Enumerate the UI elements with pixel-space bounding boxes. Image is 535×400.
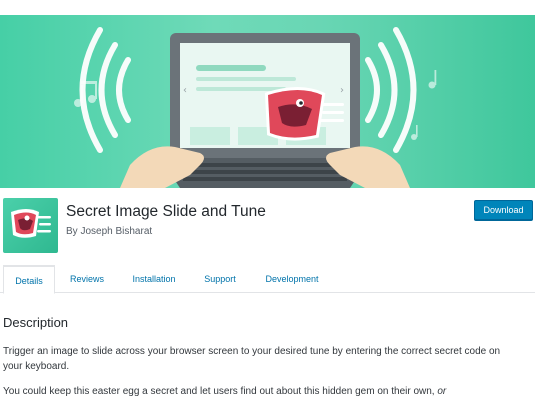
tab-reviews[interactable]: Reviews (62, 265, 112, 293)
download-button[interactable]: Download (474, 200, 533, 220)
sound-waves-left-icon (79, 27, 131, 153)
tab-installation[interactable]: Installation (120, 265, 188, 293)
description-paragraph: Trigger an image to slide across your br… (3, 346, 501, 372)
plugin-icon (3, 198, 58, 253)
description-paragraph: You could keep this easter egg a secret … (3, 384, 533, 399)
svg-text:‹: ‹ (183, 85, 187, 96)
description-italic: or (437, 386, 447, 397)
tab-support[interactable]: Support (196, 265, 244, 293)
tab-development[interactable]: Development (252, 265, 332, 293)
plugin-tabs: Details Reviews Installation Support Dev… (0, 265, 535, 294)
description-text: You could keep this easter egg a secret … (3, 386, 435, 397)
plugin-banner: ‹ › (0, 15, 535, 188)
svg-text:›: › (340, 85, 344, 96)
description-heading: Description (3, 315, 69, 330)
tab-details[interactable]: Details (3, 265, 55, 294)
plugin-title: Secret Image Slide and Tune (66, 203, 266, 220)
plugin-author[interactable]: By Joseph Bisharat (66, 226, 152, 237)
sound-waves-right-icon (365, 27, 417, 153)
